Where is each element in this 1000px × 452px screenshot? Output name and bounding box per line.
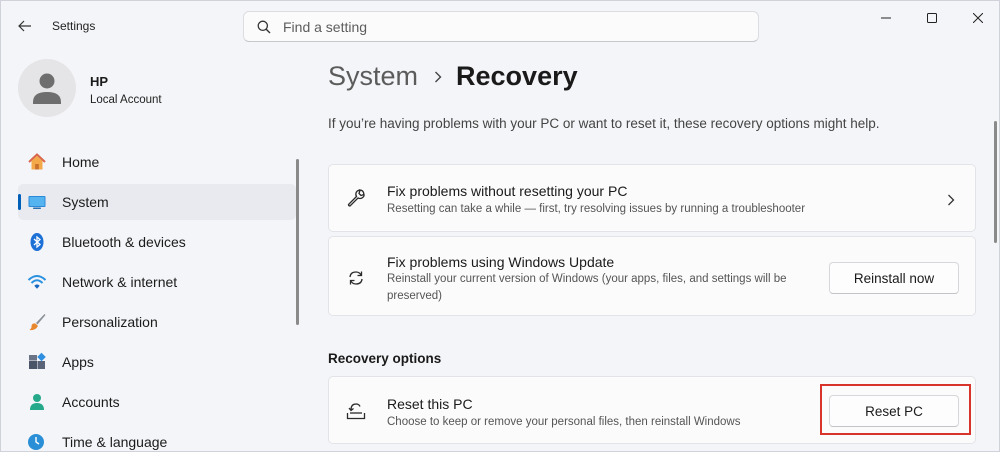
profile-name: HP (90, 74, 109, 89)
reset-pc-card: Reset this PC Choose to keep or remove y… (328, 376, 976, 444)
back-button[interactable] (11, 13, 39, 39)
reinstall-now-button[interactable]: Reinstall now (829, 262, 959, 294)
page-description: If you’re having problems with your PC o… (328, 116, 880, 131)
sidebar-scrollbar[interactable] (296, 159, 299, 325)
card-title: Fix problems using Windows Update (387, 254, 615, 270)
sidebar-item-label: Personalization (62, 314, 158, 330)
user-avatar-icon (33, 73, 61, 104)
sidebar-item-home[interactable]: Home (18, 144, 296, 180)
card-description: Reinstall your current version of Window… (387, 273, 787, 302)
system-icon (27, 192, 47, 212)
section-heading-recovery-options: Recovery options (328, 351, 442, 366)
reset-pc-button[interactable]: Reset PC (829, 395, 959, 427)
sidebar-item-label: Time & language (62, 434, 168, 450)
refresh-icon (345, 267, 367, 289)
close-button[interactable] (955, 1, 1000, 35)
sidebar-item-label: Home (62, 154, 100, 170)
maximize-icon (927, 13, 937, 23)
sidebar-item-label: Network & internet (62, 274, 178, 290)
sidebar-item-bluetooth[interactable]: Bluetooth & devices (18, 224, 296, 260)
chevron-right-icon (434, 71, 442, 83)
sidebar-item-label: Apps (62, 354, 94, 370)
fix-without-reset-card[interactable]: Fix problems without resetting your PC R… (328, 164, 976, 232)
close-icon (973, 13, 983, 23)
search-input[interactable] (283, 18, 723, 35)
page-title: Recovery (456, 61, 578, 91)
main-scrollbar[interactable] (994, 121, 997, 243)
breadcrumb-parent[interactable]: System (328, 61, 418, 92)
windows-update-fix-card: Fix problems using Windows Update Reinst… (328, 236, 976, 316)
sidebar-item-system[interactable]: System (18, 184, 296, 220)
maximize-button[interactable] (909, 1, 955, 35)
home-icon (27, 152, 47, 172)
app-title: Settings (52, 19, 96, 33)
back-arrow-icon (18, 20, 31, 32)
breadcrumb: System Recovery (328, 61, 578, 92)
sidebar-item-label: System (62, 194, 109, 210)
brush-icon (27, 312, 47, 332)
card-description: Resetting can take a while — first, try … (387, 203, 806, 215)
settings-window: Settings HP Local Account (0, 0, 1000, 452)
reset-pc-icon (345, 400, 367, 422)
sidebar-item-label: Accounts (62, 394, 120, 410)
sidebar-item-label: Bluetooth & devices (62, 234, 186, 250)
card-description: Choose to keep or remove your personal f… (387, 416, 741, 428)
sidebar-item-time-language[interactable]: Time & language (18, 424, 296, 452)
bluetooth-icon (27, 232, 47, 252)
apps-icon (27, 352, 47, 372)
wrench-icon (345, 187, 367, 209)
minimize-button[interactable] (863, 1, 909, 35)
search-icon (257, 20, 271, 33)
minimize-icon (881, 17, 891, 19)
chevron-right-icon (947, 193, 955, 209)
title-bar: Settings (1, 1, 1000, 51)
accounts-icon (27, 392, 47, 412)
sidebar-item-apps[interactable]: Apps (18, 344, 296, 380)
sidebar-nav: Home System Bluetooth & devices Network … (18, 144, 296, 452)
sidebar-item-personalization[interactable]: Personalization (18, 304, 296, 340)
avatar (18, 59, 76, 117)
wifi-icon (27, 272, 47, 292)
sidebar-item-network[interactable]: Network & internet (18, 264, 296, 300)
card-title: Reset this PC (387, 396, 473, 412)
time-language-icon (27, 432, 47, 452)
profile-account-type: Local Account (90, 94, 162, 106)
sidebar-item-accounts[interactable]: Accounts (18, 384, 296, 420)
card-title: Fix problems without resetting your PC (387, 183, 628, 199)
search-box[interactable] (243, 11, 759, 42)
